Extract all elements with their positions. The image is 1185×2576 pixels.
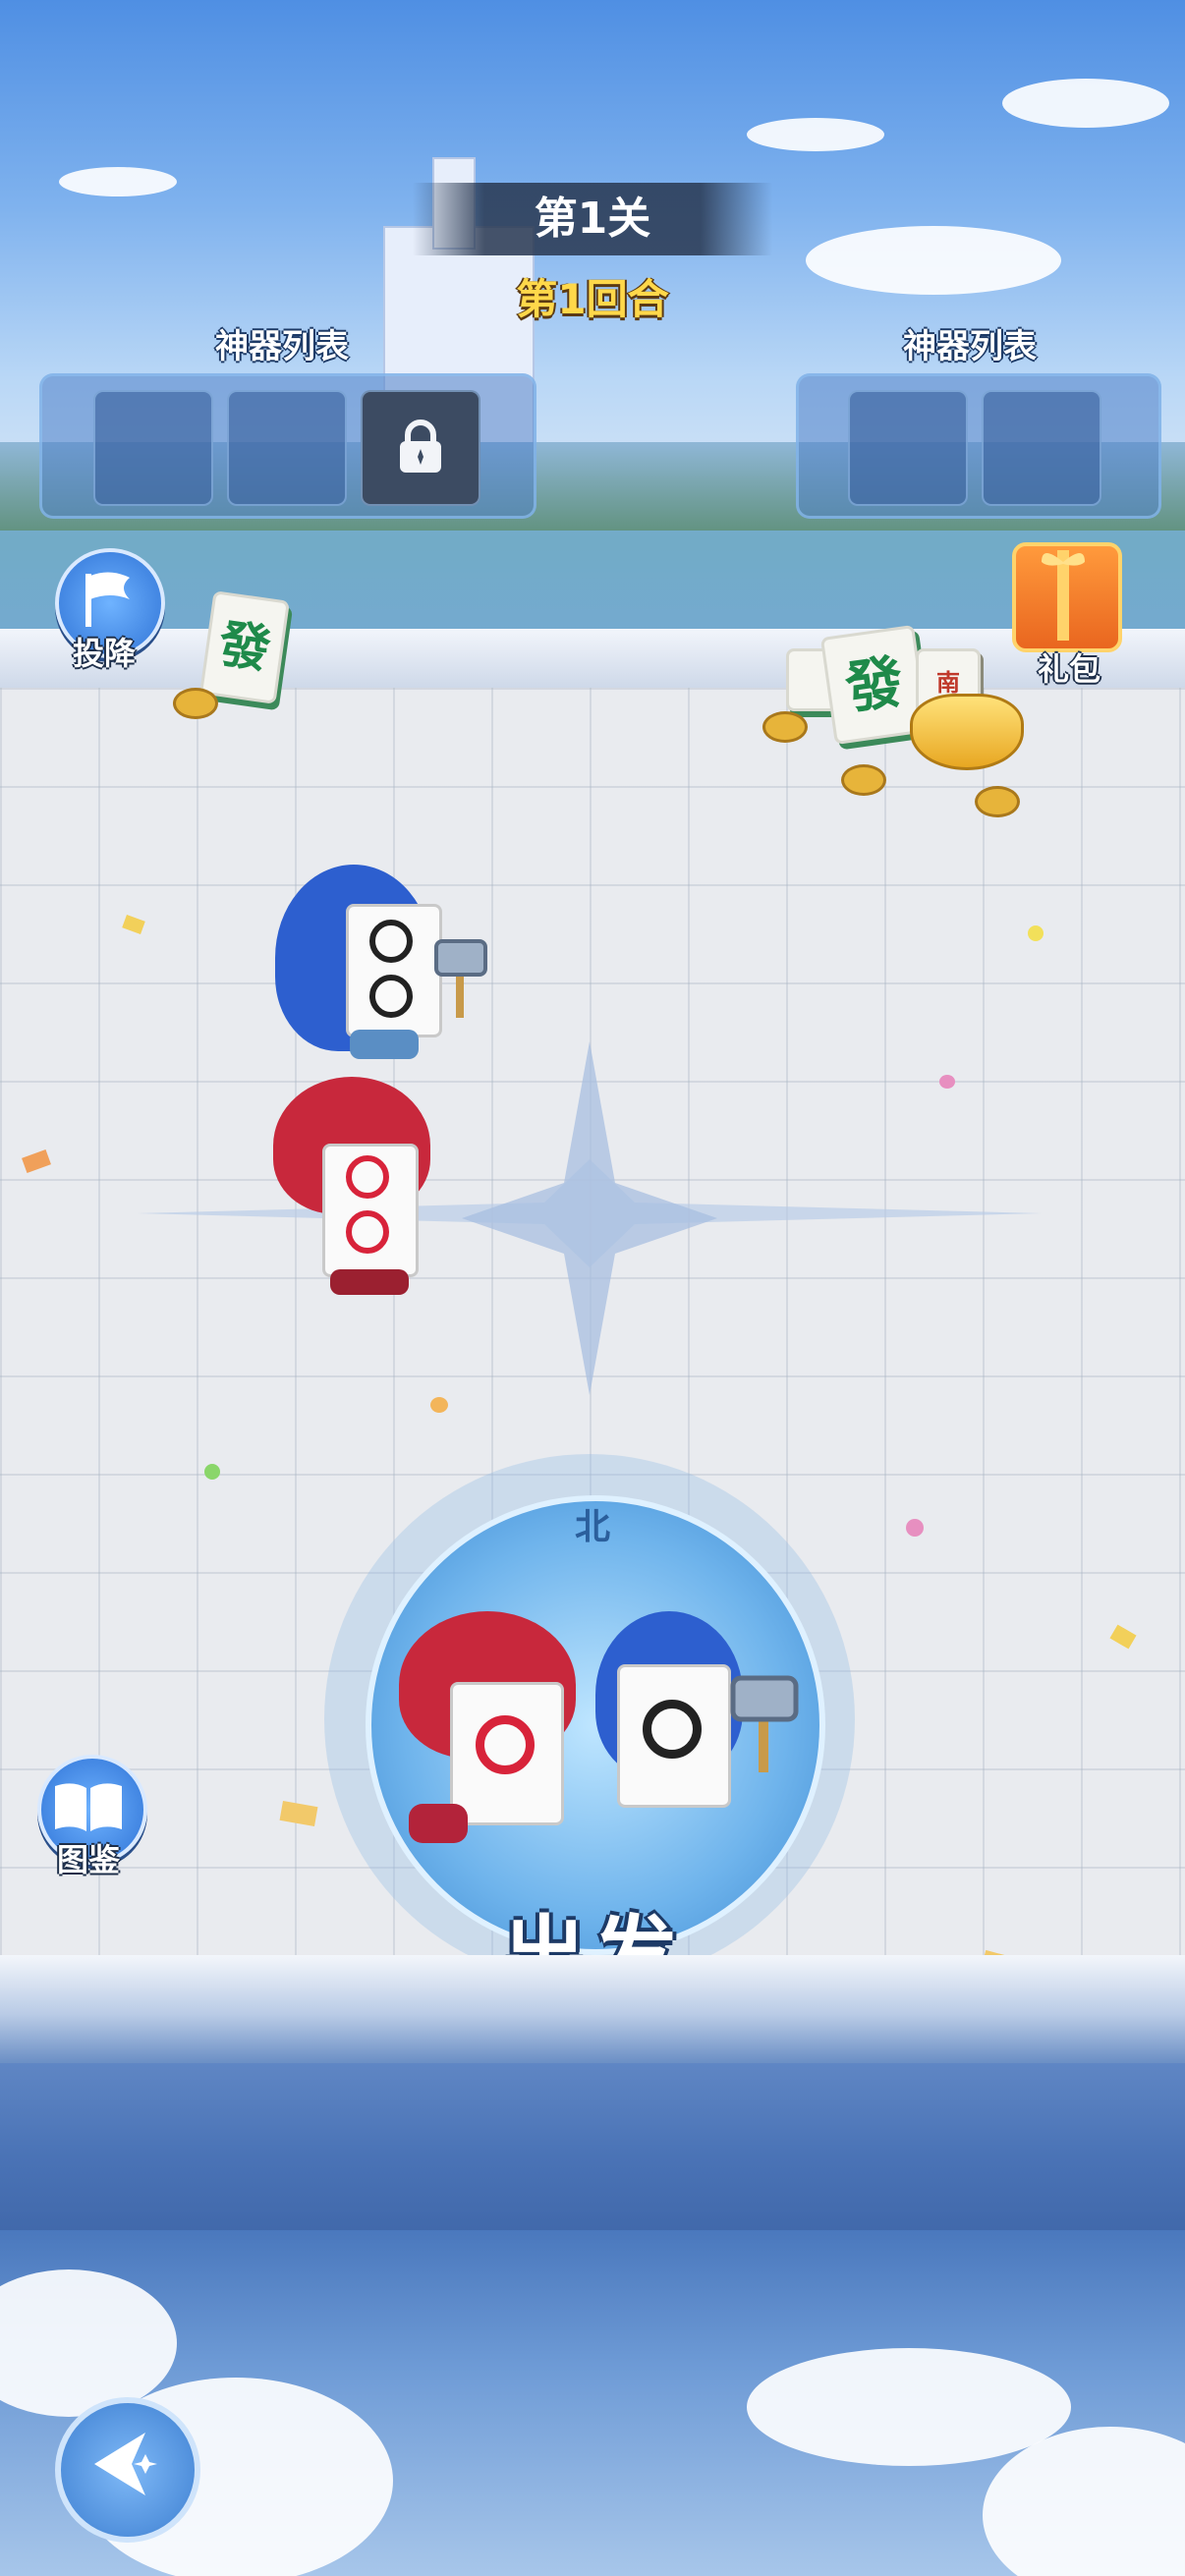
confetti xyxy=(1028,925,1044,941)
board-base xyxy=(0,2063,1185,2250)
hammer-icon xyxy=(434,939,487,1018)
artifact-slot[interactable] xyxy=(227,390,347,506)
stage-title: 第1关 xyxy=(413,183,772,255)
board-rim-bottom xyxy=(0,1955,1185,2063)
launch-character-blue xyxy=(586,1611,821,1847)
artifact-slot-locked[interactable] xyxy=(361,390,480,506)
character-legs xyxy=(409,1804,468,1843)
artifact-panel-left xyxy=(39,373,536,519)
coin xyxy=(762,711,808,743)
artifact-panel-right xyxy=(796,373,1161,519)
target-dot xyxy=(369,920,413,963)
mahjong-tile-fa: 發 xyxy=(199,590,290,704)
codex-label: 图鉴 xyxy=(56,1841,120,1878)
confetti xyxy=(939,1075,955,1089)
cloud xyxy=(747,118,884,151)
launch-character-red xyxy=(389,1611,615,1857)
gift-icon xyxy=(1042,550,1085,641)
character-legs xyxy=(350,1030,419,1059)
artifact-list-label-right: 神器列表 xyxy=(903,327,1037,366)
coin xyxy=(841,764,886,796)
artifact-list-label-left: 神器列表 xyxy=(215,327,349,366)
character-legs xyxy=(330,1269,409,1295)
gift-label: 礼包 xyxy=(1037,650,1100,688)
target-dot xyxy=(369,975,413,1018)
lock-icon xyxy=(400,420,441,473)
confetti xyxy=(204,1464,220,1480)
cloud xyxy=(1002,79,1169,128)
character-blue-hammer[interactable] xyxy=(271,861,497,1067)
back-button[interactable] xyxy=(55,2397,200,2543)
target-dot xyxy=(346,1210,389,1254)
cloud xyxy=(59,167,177,196)
cloud xyxy=(806,226,1061,295)
lake xyxy=(0,531,1185,629)
hammer-icon xyxy=(730,1675,799,1772)
surrender-label: 投降 xyxy=(72,635,136,672)
back-arrow-icon xyxy=(94,2433,157,2495)
target-dot xyxy=(476,1715,535,1774)
confetti xyxy=(430,1397,448,1413)
compass-north: 北 xyxy=(574,1507,610,1547)
coin xyxy=(173,688,218,719)
artifact-slot[interactable] xyxy=(848,390,968,506)
target-dot xyxy=(643,1700,702,1759)
coin xyxy=(975,786,1020,817)
confetti xyxy=(906,1519,924,1537)
target-dot xyxy=(346,1155,389,1199)
artifact-slot[interactable] xyxy=(93,390,213,506)
character-red[interactable] xyxy=(271,1077,458,1295)
cloud xyxy=(747,2348,1071,2466)
gold-ingot xyxy=(910,694,1024,770)
artifact-slot[interactable] xyxy=(982,390,1101,506)
round-title: 第1回合 xyxy=(516,275,669,323)
gift-button[interactable] xyxy=(1012,542,1122,652)
